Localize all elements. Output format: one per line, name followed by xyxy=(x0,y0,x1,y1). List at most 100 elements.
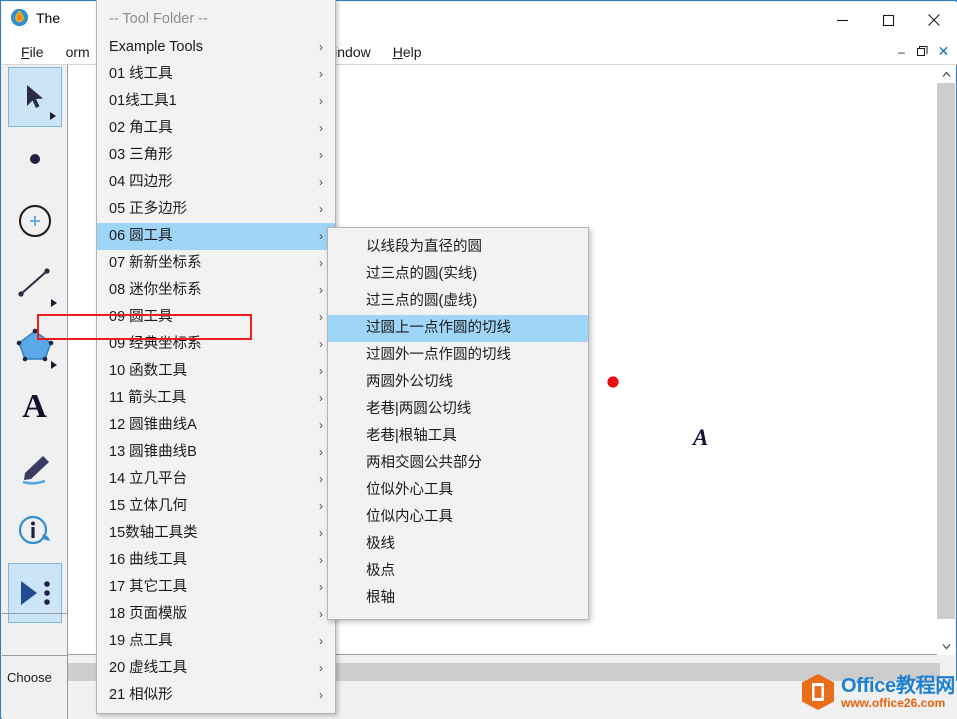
menu-item-label: 15 立体几何 xyxy=(109,498,188,514)
menu-item-label: 21 相似形 xyxy=(109,687,173,703)
menu-item-08-mini-coordinate-system[interactable]: 08 迷你坐标系 › xyxy=(97,277,335,304)
submenu-item-laoxiang-common-tangent[interactable]: 老巷|两圆公切线 xyxy=(328,396,588,423)
menu-item-15-solid-geometry[interactable]: 15 立体几何 › xyxy=(97,493,335,520)
menu-item-16-curve-tools[interactable]: 16 曲线工具 › xyxy=(97,547,335,574)
menu-item-17-other-tools[interactable]: 17 其它工具 › xyxy=(97,574,335,601)
menu-item-label: 09 圆工具 xyxy=(109,309,173,325)
scroll-up-icon[interactable] xyxy=(937,65,955,83)
menu-item-10-function-tools[interactable]: 10 函数工具 › xyxy=(97,358,335,385)
submenu-item-label: 两相交圆公共部分 xyxy=(366,455,482,471)
close-icon[interactable] xyxy=(911,2,957,38)
chevron-right-icon: › xyxy=(319,553,323,567)
submenu-item-label: 根轴 xyxy=(366,590,395,606)
document-window-controls: – ✕ xyxy=(892,38,953,65)
status-strip: Choose xyxy=(2,655,68,719)
compass-circle-tool[interactable] xyxy=(8,191,62,251)
menu-item-03-triangle[interactable]: 03 三角形 › xyxy=(97,142,335,169)
point-a-marker[interactable] xyxy=(607,376,619,388)
gsp-logo-icon xyxy=(10,8,29,27)
polygon-tool[interactable] xyxy=(8,315,62,375)
document-close-icon[interactable]: ✕ xyxy=(934,42,953,61)
menu-transform[interactable]: orm xyxy=(55,42,101,62)
vertical-scroll-thumb[interactable] xyxy=(937,83,955,619)
circle-tools-submenu: 以线段为直径的圆 过三点的圆(实线) 过三点的圆(虚线) 过圆上一点作圆的切线 … xyxy=(327,227,589,620)
point-tool[interactable] xyxy=(8,129,62,189)
title-bar-left: The xyxy=(10,8,60,27)
menu-item-01-line-tools-1[interactable]: 01线工具1 › xyxy=(97,88,335,115)
submenu-item-polar-line[interactable]: 极线 xyxy=(328,531,588,558)
chevron-right-icon: › xyxy=(319,661,323,675)
chevron-right-icon: › xyxy=(319,67,323,81)
submenu-item-label: 以线段为直径的圆 xyxy=(366,239,482,255)
custom-tool[interactable] xyxy=(7,563,62,623)
menu-item-14-solid-geometry-platform[interactable]: 14 立几平台 › xyxy=(97,466,335,493)
submenu-item-label: 过三点的圆(实线) xyxy=(366,266,478,282)
straightedge-tool[interactable] xyxy=(8,253,62,313)
arrow-select-tool[interactable] xyxy=(7,67,62,127)
menu-item-12-conic-a[interactable]: 12 圆锥曲线A › xyxy=(97,412,335,439)
menu-item-02-angle-tools[interactable]: 02 角工具 › xyxy=(97,115,335,142)
app-title: The xyxy=(36,9,61,26)
chevron-right-icon: › xyxy=(319,310,323,324)
menu-item-07-new-coordinate-system[interactable]: 07 新新坐标系 › xyxy=(97,250,335,277)
application-window: The File orm Measure Number Graph Window… xyxy=(0,0,957,719)
menu-item-label: 16 曲线工具 xyxy=(109,552,188,568)
chevron-right-icon: › xyxy=(319,256,323,270)
document-minimize-icon[interactable]: – xyxy=(892,42,911,61)
menu-item-06-circle-tools[interactable]: 06 圆工具 › xyxy=(97,223,335,250)
scroll-down-icon[interactable] xyxy=(937,637,955,655)
menu-item-19-point-tools[interactable]: 19 点工具 › xyxy=(97,628,335,655)
tool-folder-header: -- Tool Folder -- xyxy=(109,11,208,27)
menu-item-label: 03 三角形 xyxy=(109,147,173,163)
menu-item-11-arrow-tools[interactable]: 11 箭头工具 › xyxy=(97,385,335,412)
chevron-right-icon: › xyxy=(319,202,323,216)
menu-item-04-quadrilateral[interactable]: 04 四边形 › xyxy=(97,169,335,196)
submenu-item-circle-through-3-points-solid[interactable]: 过三点的圆(实线) xyxy=(328,261,588,288)
menu-item-13-conic-b[interactable]: 13 圆锥曲线B › xyxy=(97,439,335,466)
chevron-right-icon: › xyxy=(319,445,323,459)
menu-item-label: 08 迷你坐标系 xyxy=(109,282,202,298)
office-hex-icon xyxy=(801,673,835,711)
menu-item-label: 17 其它工具 xyxy=(109,579,188,595)
point-a-label[interactable]: A xyxy=(693,425,708,451)
menu-item-20-dashed-line-tools[interactable]: 20 虚线工具 › xyxy=(97,655,335,682)
menu-help[interactable]: Help xyxy=(382,42,433,62)
menu-item-21-similar-figures[interactable]: 21 相似形 › xyxy=(97,682,335,709)
submenu-item-label: 过圆外一点作圆的切线 xyxy=(366,347,511,363)
menu-item-18-page-templates[interactable]: 18 页面模版 › xyxy=(97,601,335,628)
maximize-icon[interactable] xyxy=(865,2,911,38)
polygon-expand-icon[interactable] xyxy=(50,361,57,369)
menu-item-01-line-tools[interactable]: 01 线工具 › xyxy=(97,61,335,88)
submenu-item-label: 老巷|两圆公切线 xyxy=(366,401,472,417)
minimize-icon[interactable] xyxy=(819,2,865,38)
submenu-item-laoxiang-radical-axis-tool[interactable]: 老巷|根轴工具 xyxy=(328,423,588,450)
menu-item-label: 13 圆锥曲线B xyxy=(109,444,197,460)
submenu-item-radical-axis[interactable]: 根轴 xyxy=(328,585,588,612)
submenu-item-circle-through-3-points-dashed[interactable]: 过三点的圆(虚线) xyxy=(328,288,588,315)
submenu-item-tangent-through-point-on-circle[interactable]: 过圆上一点作圆的切线 xyxy=(328,315,588,342)
straightedge-expand-icon[interactable] xyxy=(50,299,57,307)
submenu-item-intersecting-circles-common-area[interactable]: 两相交圆公共部分 xyxy=(328,450,588,477)
menu-item-09-classic-coordinate-system[interactable]: 09 经典坐标系 › xyxy=(97,331,335,358)
submenu-item-internal-homothetic-center-tool[interactable]: 位似内心工具 xyxy=(328,504,588,531)
submenu-item-circle-by-segment-diameter[interactable]: 以线段为直径的圆 xyxy=(328,234,588,261)
menu-item-05-regular-polygon[interactable]: 05 正多边形 › xyxy=(97,196,335,223)
submenu-item-label: 过三点的圆(虚线) xyxy=(366,293,478,309)
menu-item-15-number-line-tools[interactable]: 15数轴工具类 › xyxy=(97,520,335,547)
menu-item-label: 05 正多边形 xyxy=(109,201,188,217)
submenu-item-pole[interactable]: 极点 xyxy=(328,558,588,585)
submenu-item-external-common-tangent-two-circles[interactable]: 两圆外公切线 xyxy=(328,369,588,396)
submenu-item-tangent-through-point-outside-circle[interactable]: 过圆外一点作圆的切线 xyxy=(328,342,588,369)
menu-item-example-tools[interactable]: Example Tools › xyxy=(97,34,335,61)
submenu-item-label: 老巷|根轴工具 xyxy=(366,428,457,444)
menu-item-09-circle-tools[interactable]: 09 圆工具 › xyxy=(97,304,335,331)
information-tool[interactable] xyxy=(8,501,62,561)
chevron-right-icon: › xyxy=(319,688,323,702)
submenu-item-label: 过圆上一点作圆的切线 xyxy=(366,320,511,336)
document-restore-icon[interactable] xyxy=(913,42,932,61)
menu-file[interactable]: File xyxy=(10,42,55,62)
marker-pen-tool[interactable] xyxy=(8,439,62,499)
submenu-item-external-homothetic-center-tool[interactable]: 位似外心工具 xyxy=(328,477,588,504)
vertical-scrollbar[interactable] xyxy=(937,65,955,655)
arrow-tool-expand-icon[interactable] xyxy=(49,112,56,120)
